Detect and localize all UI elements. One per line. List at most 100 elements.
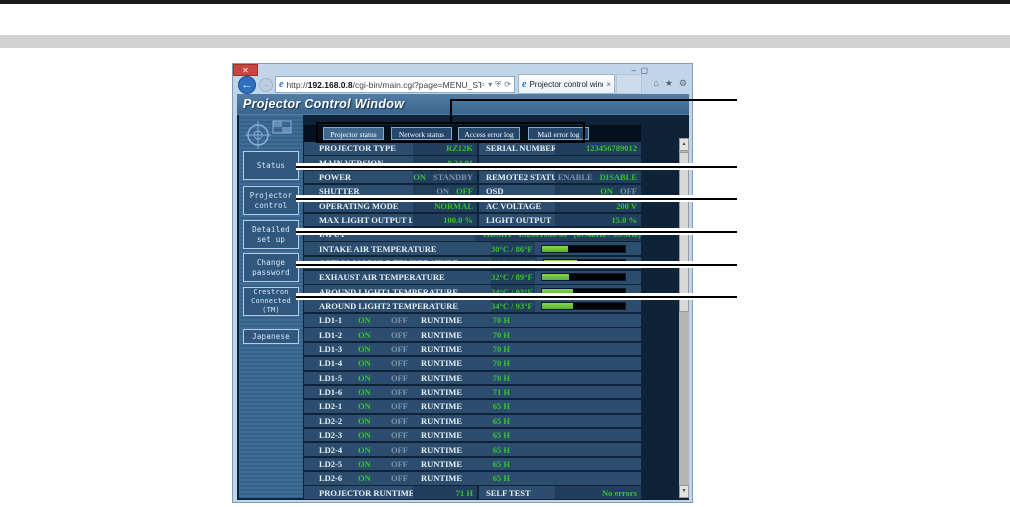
- status-value: 123456789012: [586, 143, 637, 154]
- table-row: LD2-2 ON OFF RUNTIME 65 H: [304, 414, 641, 428]
- sidebar-button-projector-control[interactable]: Projector control: [243, 186, 299, 215]
- runtime-value: 70 H: [492, 315, 510, 326]
- callout-line-crestron: [296, 293, 737, 300]
- table-row: LD1-1 ON OFF RUNTIME 70 H: [304, 314, 641, 327]
- status-value: ENABLE: [557, 171, 593, 182]
- page-scrollbar[interactable]: ▲ ▼: [679, 138, 689, 498]
- callout-line-status: [296, 163, 737, 170]
- table-row: LD2-5 ON OFF RUNTIME 65 H: [304, 457, 641, 471]
- favorites-icon[interactable]: ★: [665, 78, 673, 89]
- settings-gear-icon[interactable]: ⚙: [679, 78, 687, 89]
- runtime-value: 65 H: [492, 458, 510, 469]
- browser-back-button[interactable]: ←: [238, 76, 256, 94]
- caret-down-icon[interactable]: ▾: [488, 80, 492, 90]
- status-value: 15.0 %: [611, 215, 638, 226]
- table-row: LD1-3 ON OFF RUNTIME 70 H: [304, 342, 641, 356]
- status-label: PROJECTOR RUNTIME: [319, 487, 413, 498]
- status-label: INTAKE AIR TEMPERATURE: [319, 243, 437, 254]
- document-top-rule: [0, 0, 1010, 4]
- scroll-up-icon[interactable]: ▲: [679, 138, 689, 151]
- status-label: LD2-2: [319, 415, 343, 426]
- scroll-down-icon[interactable]: ▼: [679, 485, 689, 498]
- sidebar-button-status[interactable]: Status: [243, 151, 299, 180]
- status-label: LD1-6: [319, 387, 343, 398]
- callout-line-tabs: [450, 99, 737, 101]
- table-row: INTAKE AIR TEMPERATURE 30°C / 86°F: [304, 242, 641, 255]
- status-label: LD2-1: [319, 401, 343, 412]
- status-value: NORMAL: [434, 200, 473, 211]
- ie-favicon-icon: e: [279, 79, 284, 90]
- table-row: MAX LIGHT OUTPUT LEVEL 100.0 % LIGHT OUTPU…: [304, 213, 641, 227]
- sidebar-button-crestron-connected-tm[interactable]: Crestron Connected (TM): [243, 287, 299, 316]
- status-value: RZ12K: [446, 143, 473, 154]
- temperature-value: 32°C / 89°F: [491, 271, 535, 284]
- refresh-icon[interactable]: ⟳: [504, 80, 511, 90]
- sidebar-button-japanese[interactable]: Japanese: [243, 329, 299, 344]
- compatibility-icon[interactable]: ⛨: [495, 80, 501, 90]
- new-tab-button[interactable]: [616, 74, 642, 94]
- status-label: LIGHT OUTPUT: [486, 215, 552, 226]
- status-value: 71 H: [455, 487, 473, 498]
- status-label: PROJECTOR TYPE: [319, 143, 396, 154]
- status-label: MAX LIGHT OUTPUT LEVEL: [319, 215, 413, 226]
- browser-tab-title: Projector control window: [529, 79, 603, 89]
- table-row: LD2-3 ON OFF RUNTIME 65 H: [304, 428, 641, 442]
- browser-forward-button[interactable]: →: [259, 78, 273, 92]
- sidebar-button-change-password[interactable]: Change password: [243, 253, 299, 282]
- status-value: DISABLE: [599, 171, 637, 182]
- url-text: http://192.168.0.8/cgi-bin/main.cgi?page…: [286, 79, 481, 90]
- runtime-value: 65 H: [492, 401, 510, 412]
- sidebar: Status Projector control Detailed set up Ch…: [239, 115, 303, 498]
- status-label: AROUND LIGHT2 TEMPERATURE: [319, 301, 459, 312]
- address-bar[interactable]: e http://192.168.0.8/cgi-bin/main.cgi?pa…: [275, 76, 515, 93]
- status-label: POWER: [319, 171, 352, 182]
- status-label: SELF TEST: [486, 487, 531, 498]
- status-value: ON: [413, 171, 426, 182]
- status-value: 200 V: [616, 200, 637, 211]
- document-gray-band: [0, 35, 1010, 48]
- table-row: AROUND LIGHT2 TEMPERATURE 34°C / 93°F: [304, 299, 641, 313]
- status-label: LD1-2: [319, 329, 343, 340]
- page-title: Projector Control Window: [243, 97, 405, 111]
- table-row: LD1-2 ON OFF RUNTIME 70 H: [304, 328, 641, 342]
- callout-line-projector-control: [296, 195, 737, 202]
- status-label: LD1-1: [319, 315, 343, 326]
- runtime-value: 65 H: [492, 415, 510, 426]
- sidebar-button-detailed-set-up[interactable]: Detailed set up: [243, 220, 299, 249]
- runtime-value: 65 H: [492, 473, 510, 484]
- table-row: PROJECTOR RUNTIME 71 H SELF TEST No errors: [304, 486, 641, 499]
- callout-line-detailed-setup: [296, 228, 737, 235]
- page-header-bar: Projector Control Window: [237, 94, 689, 115]
- callout-line-change-password: [296, 261, 737, 268]
- ie-favicon-icon: e: [522, 78, 527, 90]
- runtime-value: 70 H: [492, 372, 510, 383]
- runtime-value: 70 H: [492, 344, 510, 355]
- manual-page: – ▢ ✕ ← → e http://192.168.0.8/cgi-bin/m…: [0, 0, 1010, 507]
- table-row: LD1-6 ON OFF RUNTIME 71 H: [304, 385, 641, 399]
- status-label: LD2-5: [319, 458, 343, 469]
- status-value: No errors: [601, 487, 637, 498]
- browser-tab[interactable]: e Projector control window ×: [518, 74, 615, 94]
- callout-line-tabs-vertical: [450, 99, 452, 124]
- table-row: LD2-4 ON OFF RUNTIME 65 H: [304, 443, 641, 456]
- runtime-value: 70 H: [492, 358, 510, 369]
- table-row: LD1-4 ON OFF RUNTIME 70 H: [304, 357, 641, 370]
- projector-logo-icon: [245, 120, 292, 149]
- temperature-bar: [540, 273, 626, 282]
- table-row: LD1-5 ON OFF RUNTIME 70 H: [304, 371, 641, 385]
- status-label: LD1-4: [319, 358, 343, 369]
- temperature-value: 34°C / 93°F: [491, 299, 535, 313]
- search-icon[interactable]: ⌕: [481, 80, 485, 90]
- tab-close-icon[interactable]: ×: [606, 80, 611, 89]
- status-label: EXHAUST AIR TEMPERATURE: [319, 272, 445, 283]
- status-label: SERIAL NUMBER: [486, 143, 555, 154]
- status-value: STANDBY: [433, 171, 473, 182]
- callout-box-tabs: [316, 122, 585, 143]
- runtime-value: 71 H: [492, 387, 510, 398]
- home-icon[interactable]: ⌂: [653, 78, 658, 89]
- temperature-bar: [540, 302, 626, 311]
- temperature-value: 30°C / 86°F: [491, 242, 535, 255]
- table-row: LD2-6 ON OFF RUNTIME 65 H: [304, 471, 641, 485]
- temperature-bar: [540, 244, 626, 253]
- window-close-button[interactable]: ✕: [233, 64, 258, 76]
